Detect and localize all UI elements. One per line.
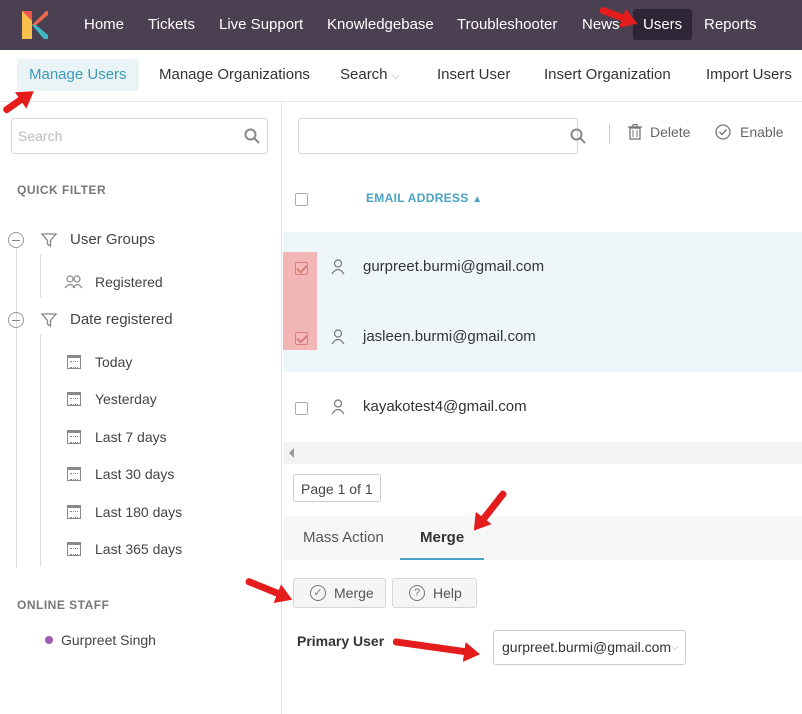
delete-button[interactable]: Delete xyxy=(628,124,690,140)
help-button-label: Help xyxy=(433,585,462,601)
online-status-dot xyxy=(45,636,53,644)
selection-highlight-annotation xyxy=(283,252,317,350)
toolbar-divider xyxy=(609,124,610,144)
subnav-import-users[interactable]: Import Users xyxy=(706,59,792,91)
email-column-label: EMAIL ADDRESS xyxy=(366,191,469,205)
subnav-insert-user[interactable]: Insert User xyxy=(437,59,510,91)
filter-registered[interactable]: Registered xyxy=(95,274,163,290)
calendar-icon xyxy=(67,355,81,369)
collapse-user-groups-icon[interactable] xyxy=(8,232,24,248)
select-all-checkbox[interactable] xyxy=(295,193,308,206)
pagination[interactable]: Page 1 of 1 xyxy=(293,474,381,502)
calendar-icon xyxy=(67,392,81,406)
bottom-tabs: Mass Action Merge xyxy=(283,516,802,560)
online-staff-name[interactable]: Gurpreet Singh xyxy=(61,632,156,648)
horizontal-scrollbar[interactable] xyxy=(283,442,802,464)
table-row[interactable]: kayakotest4@gmail.com xyxy=(283,372,802,442)
sidebar: QUICK FILTER User Groups Registered Date… xyxy=(0,102,282,714)
quick-filter-title: QUICK FILTER xyxy=(17,183,107,197)
user-icon xyxy=(331,399,345,415)
nav-live-support[interactable]: Live Support xyxy=(219,0,303,50)
row-checkbox[interactable] xyxy=(295,402,308,415)
filter-date-registered[interactable]: Date registered xyxy=(70,311,173,328)
filter-user-groups[interactable]: User Groups xyxy=(70,231,155,248)
row-email[interactable]: gurpreet.burmi@gmail.com xyxy=(363,258,544,275)
subnav-search-label: Search xyxy=(340,66,388,83)
sub-navigation-bar: Manage Users Manage Organizations Search… xyxy=(0,50,802,102)
filter-today[interactable]: Today xyxy=(95,354,132,370)
row-email[interactable]: jasleen.burmi@gmail.com xyxy=(363,328,536,345)
chevron-down-icon: ⌵ xyxy=(670,641,679,653)
nav-home[interactable]: Home xyxy=(84,0,124,50)
primary-user-label: Primary User xyxy=(297,633,385,649)
sidebar-search-input[interactable] xyxy=(11,118,268,154)
user-icon xyxy=(331,259,345,275)
table-row[interactable]: gurpreet.burmi@gmail.com xyxy=(283,232,802,302)
row-email[interactable]: kayakotest4@gmail.com xyxy=(363,398,527,415)
delete-label: Delete xyxy=(650,124,691,140)
filter-last-7-days[interactable]: Last 7 days xyxy=(95,429,167,445)
check-circle-icon xyxy=(715,124,731,140)
user-icon xyxy=(331,329,345,345)
calendar-icon xyxy=(67,505,81,519)
kayako-logo-icon[interactable] xyxy=(22,11,48,39)
tree-line xyxy=(40,334,41,566)
funnel-icon xyxy=(41,233,57,248)
calendar-icon xyxy=(67,542,81,556)
primary-user-select[interactable]: gurpreet.burmi@gmail.com ⌵ xyxy=(493,630,686,665)
primary-user-value: gurpreet.burmi@gmail.com xyxy=(502,639,672,655)
subnav-search[interactable]: Search ⌵ xyxy=(340,59,400,91)
subnav-insert-organization[interactable]: Insert Organization xyxy=(544,59,671,91)
filter-yesterday[interactable]: Yesterday xyxy=(95,391,157,407)
help-icon: ? xyxy=(409,585,425,601)
enable-button[interactable]: Enable xyxy=(715,124,784,140)
users-search-input[interactable] xyxy=(298,118,578,154)
tree-line xyxy=(40,254,41,298)
trash-icon xyxy=(628,124,642,140)
help-button[interactable]: ? Help xyxy=(392,578,477,608)
main-content: Delete Enable EMAIL ADDRESS ▲ gurpreet.b… xyxy=(283,102,802,714)
filter-last-180-days[interactable]: Last 180 days xyxy=(95,504,182,520)
merge-button[interactable]: ✓ Merge xyxy=(293,578,386,608)
nav-users[interactable]: Users xyxy=(633,9,693,40)
user-group-icon xyxy=(64,275,83,289)
sort-ascending-icon: ▲ xyxy=(472,194,483,205)
tree-line xyxy=(16,248,17,568)
calendar-icon xyxy=(67,467,81,481)
tab-mass-action[interactable]: Mass Action xyxy=(303,516,384,560)
filter-last-365-days[interactable]: Last 365 days xyxy=(95,541,182,557)
nav-knowledgebase[interactable]: Knowledgebase xyxy=(327,0,434,50)
online-staff-title: ONLINE STAFF xyxy=(17,598,110,612)
nav-reports[interactable]: Reports xyxy=(704,0,757,50)
top-navigation-bar: Home Tickets Live Support Knowledgebase … xyxy=(0,0,802,50)
search-icon[interactable] xyxy=(570,128,586,144)
enable-label: Enable xyxy=(740,124,784,140)
collapse-date-registered-icon[interactable] xyxy=(8,312,24,328)
nav-tickets[interactable]: Tickets xyxy=(148,0,195,50)
subnav-manage-users[interactable]: Manage Users xyxy=(17,59,139,91)
merge-button-label: Merge xyxy=(334,585,374,601)
email-column-header[interactable]: EMAIL ADDRESS ▲ xyxy=(366,191,482,205)
check-circle-icon: ✓ xyxy=(310,585,326,601)
search-icon[interactable] xyxy=(244,128,260,144)
nav-troubleshooter[interactable]: Troubleshooter xyxy=(457,0,557,50)
calendar-icon xyxy=(67,430,81,444)
funnel-icon xyxy=(41,313,57,328)
subnav-manage-organizations[interactable]: Manage Organizations xyxy=(159,59,310,91)
chevron-down-icon: ⌵ xyxy=(391,70,400,82)
scroll-left-icon[interactable] xyxy=(289,448,294,458)
filter-last-30-days[interactable]: Last 30 days xyxy=(95,466,174,482)
table-row[interactable]: jasleen.burmi@gmail.com xyxy=(283,302,802,372)
